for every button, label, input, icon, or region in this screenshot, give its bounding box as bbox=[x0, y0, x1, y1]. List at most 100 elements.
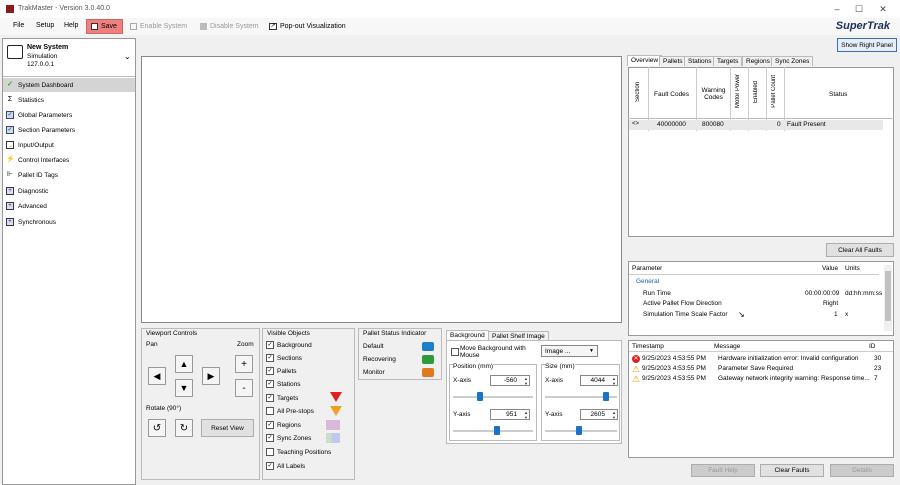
expand-icon: + bbox=[6, 187, 14, 195]
io-icon: → bbox=[6, 141, 14, 149]
maximize-icon[interactable]: ☐ bbox=[852, 2, 866, 16]
nav-synchronous[interactable]: + Synchronous bbox=[3, 215, 135, 229]
visible-stations-checkbox[interactable]: ✓ Stations bbox=[266, 378, 301, 390]
position-x-slider-track[interactable] bbox=[453, 396, 533, 398]
close-icon[interactable]: ✕ bbox=[876, 2, 890, 16]
pan-up-button[interactable]: ▲ bbox=[175, 355, 193, 373]
clear-all-faults-button[interactable]: Clear All Faults bbox=[826, 243, 894, 257]
pan-right-button[interactable]: ▶ bbox=[202, 367, 220, 385]
zoom-in-button[interactable]: + bbox=[235, 355, 253, 373]
visible-all-prestops-checkbox[interactable]: All Pre-stops bbox=[266, 405, 314, 417]
col-motor-power: Motor Power bbox=[735, 74, 741, 109]
position-x-slider-thumb[interactable] bbox=[477, 392, 483, 401]
minimize-icon[interactable]: – bbox=[830, 2, 844, 16]
control-icon: ⚡ bbox=[6, 156, 15, 163]
status-default-label: Default bbox=[363, 343, 384, 350]
pallet-default-icon bbox=[422, 342, 434, 351]
rotate-ccw-button[interactable]: ↺ bbox=[148, 419, 166, 437]
position-y-field[interactable]: 951 ▲ ▼ bbox=[490, 409, 530, 420]
spinner-icon[interactable]: ▲ ▼ bbox=[524, 410, 528, 420]
show-right-panel-button[interactable]: Show Right Panel bbox=[837, 38, 897, 52]
chevron-down-icon[interactable]: ⌄ bbox=[124, 52, 131, 61]
tab-background[interactable]: Background bbox=[446, 330, 489, 340]
visible-pallets-checkbox[interactable]: ✓ Pallets bbox=[266, 365, 297, 377]
table-row[interactable]: ✕ 9/25/2023 4:53:55 PM Hardware initiali… bbox=[629, 354, 884, 363]
enable-system-button[interactable]: Enable System bbox=[126, 19, 191, 34]
size-x-slider-thumb[interactable] bbox=[603, 392, 609, 401]
nav-control-interfaces[interactable]: ⚡ Control Interfaces bbox=[3, 153, 135, 167]
size-y-slider-thumb[interactable] bbox=[576, 426, 582, 435]
visible-all-labels-checkbox[interactable]: ✓ All Labels bbox=[266, 460, 305, 472]
row-warning-codes: 800080 bbox=[702, 121, 724, 128]
disable-system-button[interactable]: Disable System bbox=[196, 19, 263, 34]
visible-teaching-positions-checkbox[interactable]: Teaching Positions bbox=[266, 446, 331, 458]
nav-advanced[interactable]: + Advanced bbox=[3, 199, 135, 213]
menu-help[interactable]: Help bbox=[64, 22, 78, 29]
param-col-units: Units bbox=[845, 265, 860, 272]
nav-statistics[interactable]: Σ Statistics bbox=[3, 93, 135, 107]
position-x-label: X-axis bbox=[453, 377, 472, 384]
tab-overview[interactable]: Overview bbox=[627, 55, 663, 66]
position-x-field[interactable]: -560 ▲ ▼ bbox=[490, 375, 530, 386]
tab-stations[interactable]: Stations bbox=[684, 56, 716, 66]
nav-pallet-id-tags[interactable]: ⊩ Pallet ID Tags bbox=[3, 168, 135, 182]
nav-global-parameters[interactable]: ✓ Global Parameters bbox=[3, 108, 135, 122]
save-button[interactable]: Save bbox=[86, 19, 123, 34]
clear-faults-button[interactable]: Clear Faults bbox=[760, 464, 824, 477]
status-recovering-label: Recovering bbox=[363, 356, 396, 363]
pallet-monitor-icon bbox=[422, 368, 434, 377]
nav-diagnostic[interactable]: + Diagnostic bbox=[3, 184, 135, 198]
details-button[interactable]: Details bbox=[830, 464, 894, 477]
nav-section-parameters[interactable]: ✓ Section Parameters bbox=[3, 123, 135, 137]
rotate-ccw-icon: ↺ bbox=[152, 422, 162, 434]
visible-sections-checkbox[interactable]: ✓ Sections bbox=[266, 352, 302, 364]
pan-left-button[interactable]: ◀ bbox=[148, 367, 166, 385]
param-scrollbar[interactable] bbox=[884, 265, 892, 331]
fault-help-button[interactable]: Fault Help bbox=[691, 464, 755, 477]
size-x-field[interactable]: 4044 ▲ ▼ bbox=[580, 375, 618, 386]
visible-objects-title: Visible Objects bbox=[267, 330, 310, 337]
table-row[interactable]: ⚠ 9/25/2023 4:53:55 PM Gateway network i… bbox=[629, 374, 884, 383]
msg-col-message: Message bbox=[714, 343, 741, 350]
move-background-checkbox[interactable] bbox=[451, 348, 459, 356]
param-scrollbar-thumb[interactable] bbox=[885, 271, 891, 321]
image-dropdown[interactable]: Image ... ▼ bbox=[541, 345, 598, 357]
position-y-label: Y-axis bbox=[453, 411, 471, 418]
pallet-recovering-icon bbox=[422, 355, 434, 364]
system-selector[interactable]: New System Simulation 127.0.0.1 ⌄ bbox=[3, 39, 135, 77]
nav-system-dashboard[interactable]: ✓ System Dashboard bbox=[3, 78, 135, 92]
visualization-canvas[interactable] bbox=[141, 56, 622, 323]
visible-regions-checkbox[interactable]: ✓ Regions bbox=[266, 419, 301, 431]
rotate-cw-button[interactable]: ↻ bbox=[175, 419, 193, 437]
spinner-icon[interactable]: ▲ ▼ bbox=[612, 376, 616, 386]
spinner-icon[interactable]: ▲ ▼ bbox=[524, 376, 528, 386]
spinner-icon[interactable]: ▲ ▼ bbox=[612, 410, 616, 420]
pan-down-button[interactable]: ▼ bbox=[175, 379, 193, 397]
size-y-field[interactable]: 2605 ▲ ▼ bbox=[580, 409, 618, 420]
param-time-scale-value[interactable]: 1 bbox=[834, 311, 838, 318]
table-row[interactable]: ⚠ 9/25/2023 4:53:55 PM Parameter Save Re… bbox=[629, 364, 884, 373]
position-y-slider-track[interactable] bbox=[453, 430, 533, 432]
popout-visualization-button[interactable]: ↗ Pop-out Visualization bbox=[265, 19, 350, 34]
position-y-slider-thumb[interactable] bbox=[494, 426, 500, 435]
visible-sync-zones-checkbox[interactable]: ✓ Sync Zones bbox=[266, 432, 311, 444]
title-bar bbox=[0, 0, 900, 18]
tab-regions[interactable]: Regions bbox=[742, 56, 774, 66]
popout-icon: ↗ bbox=[269, 23, 277, 30]
tab-targets[interactable]: Targets bbox=[713, 56, 743, 66]
nav-input-output[interactable]: → Input/Output bbox=[3, 138, 135, 152]
param-time-scale: Simulation Time Scale Factor bbox=[643, 311, 728, 318]
status-monitor-label: Monitor bbox=[363, 369, 385, 376]
reset-view-button[interactable]: Reset View bbox=[201, 419, 254, 437]
menu-file[interactable]: File bbox=[13, 22, 24, 29]
visible-background-checkbox[interactable]: ✓ Background bbox=[266, 339, 312, 351]
tab-sync-zones[interactable]: Sync Zones bbox=[771, 56, 814, 66]
menu-setup[interactable]: Setup bbox=[36, 22, 54, 29]
zoom-out-button[interactable]: - bbox=[235, 379, 253, 397]
visible-targets-checkbox[interactable]: ✓ Targets bbox=[266, 392, 298, 404]
warning-icon: ⚠ bbox=[632, 373, 641, 384]
tab-pallets[interactable]: Pallets bbox=[659, 56, 687, 66]
size-x-label: X-axis bbox=[545, 377, 564, 384]
tab-pallet-shelf-image[interactable]: Pallet Shelf Image bbox=[488, 331, 549, 340]
position-title: Position (mm) bbox=[453, 363, 494, 370]
